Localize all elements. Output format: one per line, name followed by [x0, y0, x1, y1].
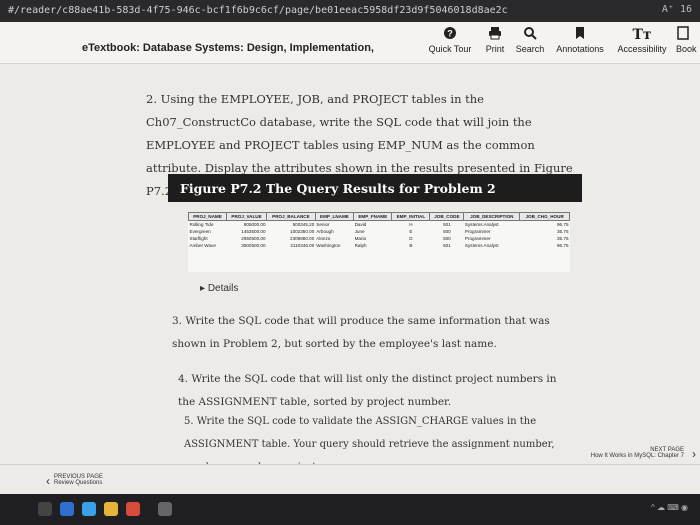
chevron-right-icon: ›: [692, 447, 696, 461]
details-toggle[interactable]: ▸ Details: [200, 283, 238, 294]
table-cell: Evergreen: [189, 229, 211, 234]
table-row: Starflight 2650500.00 2309880.00 Alonzo …: [189, 235, 570, 242]
table-cell: 2309880.00: [290, 236, 315, 241]
previous-page-title: Review Questions: [54, 480, 103, 486]
print-button[interactable]: Print: [482, 26, 508, 54]
table-cell: 500345.20: [292, 222, 315, 227]
table-cell: 501: [443, 222, 451, 227]
column-header: JOB_DESCRIPTION: [463, 212, 521, 221]
table-cell: 35.75: [557, 229, 569, 234]
search-icon: [514, 26, 546, 44]
reader-toolbar: eTextbook: Database Systems: Design, Imp…: [0, 22, 700, 64]
table-row: Amber Wave 3500500.00 2110346.00 Washing…: [189, 242, 570, 249]
table-cell: 96.75: [557, 243, 569, 248]
table-cell: June: [354, 229, 365, 234]
column-header: JOB_CODE: [429, 212, 465, 221]
table-cell: Senior: [316, 222, 330, 227]
system-tray[interactable]: ^ ☁ ⌨ ◉: [651, 503, 688, 512]
table-cell: 96.75: [557, 222, 569, 227]
previous-page-link[interactable]: ‹ PREVIOUS PAGE Review Questions: [46, 474, 103, 488]
question-circle-icon: ?: [427, 26, 473, 44]
book-title: eTextbook: Database Systems: Design, Imp…: [82, 42, 374, 54]
column-header: JOB_CHG_HOUR: [519, 212, 570, 221]
table-cell: Ralph: [354, 243, 367, 248]
table-cell: 1453500.00: [241, 229, 266, 234]
table-cell: 500: [443, 236, 451, 241]
details-label: Details: [207, 283, 239, 294]
accessibility-button[interactable]: Tт Accessibility: [616, 26, 668, 54]
next-page-title: How It Works in MySQL: Chapter 7: [590, 453, 684, 459]
chevron-left-icon: ‹: [46, 474, 50, 488]
browser-icon[interactable]: [82, 502, 96, 516]
url-text: #/reader/c88ae41b-583d-4f75-946c-bcf1f6b…: [8, 5, 508, 16]
printer-icon: [482, 26, 508, 44]
table-cell: 805000.00: [243, 222, 266, 227]
column-header: PROJ_VALUE: [225, 212, 268, 221]
page-content: 2. Using the EMPLOYEE, JOB, and PROJECT …: [0, 64, 700, 473]
table-cell: Systems Analyst: [464, 243, 499, 248]
page-footer: ‹ PREVIOUS PAGE Review Questions › NEXT …: [0, 447, 700, 494]
next-page-link[interactable]: › NEXT PAGE How It Works in MySQL: Chapt…: [590, 447, 696, 461]
table-cell: Arbough: [316, 229, 334, 234]
store-icon[interactable]: [158, 502, 172, 516]
book-button[interactable]: Book: [676, 26, 700, 54]
svg-text:?: ?: [447, 29, 453, 39]
table-cell: 2650500.00: [241, 236, 266, 241]
table-cell: Amber Wave: [189, 243, 216, 248]
column-header: EMP_LNAME: [314, 212, 355, 221]
table-cell: Alonzo: [316, 236, 331, 241]
search-button[interactable]: Search: [514, 26, 546, 54]
chrome-icon[interactable]: [126, 502, 140, 516]
column-header: EMP_INITIAL: [391, 212, 431, 221]
column-header: PROJ_NAME: [188, 212, 227, 221]
table-header-row: PROJ_NAME PROJ_VALUE PROJ_BALANCE EMP_LN…: [188, 212, 570, 221]
table-cell: Starflight: [189, 236, 208, 241]
screen: #/reader/c88ae41b-583d-4f75-946c-bcf1f6b…: [0, 0, 700, 525]
question-4: 4. Write the SQL code that will list onl…: [178, 373, 557, 408]
os-taskbar: ^ ☁ ⌨ ◉: [0, 494, 700, 525]
table-cell: Programmer: [464, 236, 491, 241]
book-label: Book: [676, 44, 697, 54]
table-row: Rolling Tide 805000.00 500345.20 Senior …: [189, 221, 570, 229]
address-bar[interactable]: #/reader/c88ae41b-583d-4f75-946c-bcf1f6b…: [0, 0, 700, 22]
browser-tray: A⁺ 16: [661, 4, 692, 15]
table-cell: Systems Analyst: [464, 222, 499, 227]
annotations-button[interactable]: Annotations: [554, 26, 606, 54]
quick-tour-label: Quick Tour: [428, 44, 472, 54]
figure-table: PROJ_NAME PROJ_VALUE PROJ_BALANCE EMP_LN…: [188, 212, 570, 249]
caret-right-icon: ▸: [200, 283, 206, 294]
table-cell: B: [409, 243, 413, 248]
table-cell: Maria: [354, 236, 367, 241]
files-icon[interactable]: [104, 502, 118, 516]
table-cell: H: [409, 222, 413, 227]
table-cell: 35.75: [557, 236, 569, 241]
quick-tour-button[interactable]: ? Quick Tour: [427, 26, 473, 54]
table-cell: Programmer: [464, 229, 491, 234]
table-cell: Washington: [316, 243, 341, 248]
bookmark-icon: [554, 26, 606, 44]
book-icon: [676, 26, 700, 44]
table-cell: 501: [443, 243, 451, 248]
start-icon[interactable]: [38, 502, 52, 516]
table-cell: Rolling Tide: [189, 222, 214, 227]
app-icon[interactable]: [60, 502, 74, 516]
search-label: Search: [515, 44, 545, 54]
figure-table-image: PROJ_NAME PROJ_VALUE PROJ_BALANCE EMP_LN…: [188, 212, 570, 272]
print-label: Print: [485, 44, 505, 54]
question-3: 3. Write the SQL code that will produce …: [172, 315, 550, 350]
table-cell: E: [409, 229, 413, 234]
table-cell: D: [409, 236, 413, 241]
table-row: Evergreen 1453500.00 1002350.00 Arbough …: [189, 228, 570, 235]
column-header: PROJ_BALANCE: [266, 212, 316, 221]
table-cell: 3500500.00: [241, 243, 266, 248]
annotations-label: Annotations: [556, 44, 604, 54]
table-cell: David: [354, 222, 367, 227]
column-header: EMP_FNAME: [353, 212, 393, 221]
accessibility-label: Accessibility: [617, 44, 667, 54]
text-size-icon: Tт: [632, 27, 652, 43]
table-cell: 1002350.00: [290, 229, 315, 234]
figure-title: Figure P7.2 The Query Results for Proble…: [168, 174, 582, 202]
table-cell: 500: [443, 229, 451, 234]
table-cell: 2110346.00: [290, 243, 315, 248]
